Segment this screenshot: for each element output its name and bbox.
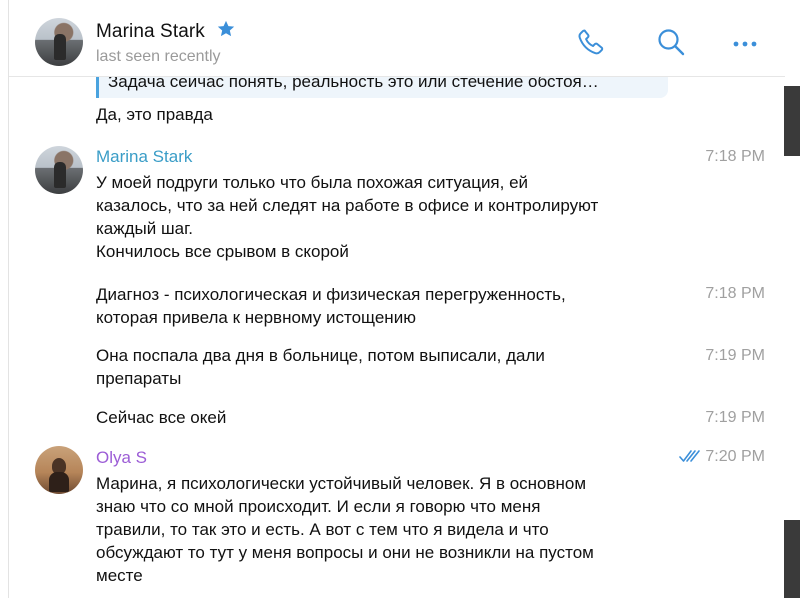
message-text: У моей подруги только что была похожая с…	[96, 171, 681, 263]
more-icon	[733, 41, 757, 47]
search-icon	[658, 29, 685, 56]
screen: Marina Stark last seen recently Задача с…	[0, 0, 800, 598]
call-button[interactable]	[573, 24, 609, 60]
message-time-text: 7:20 PM	[705, 448, 765, 465]
message-list[interactable]: Задача сейчас понять, реальность это или…	[9, 76, 785, 598]
reply-quote[interactable]: Задача сейчас понять, реальность это или…	[96, 76, 668, 98]
contact-avatar[interactable]	[35, 18, 83, 66]
message-time: 7:19 PM	[705, 347, 765, 364]
chat-window: Marina Stark last seen recently Задача с…	[8, 0, 786, 598]
message-line: которая привела к нервному истощению	[96, 308, 416, 327]
message-text: Марина, я психологически устойчивый чело…	[96, 472, 681, 587]
message-time: 7:18 PM	[705, 148, 765, 165]
background-window-sliver	[784, 86, 800, 156]
message-line: травили, то так это и есть. А вот с тем …	[96, 520, 549, 539]
message-line: Марина, я психологически устойчивый чело…	[96, 474, 587, 493]
message-line: Диагноз - психологическая и физическая п…	[96, 285, 566, 304]
sender-avatar-marina[interactable]	[35, 146, 83, 194]
message-line: Она поспала два дня в больнице, потом вы…	[96, 346, 545, 365]
background-window-edge	[784, 0, 800, 598]
sender-name[interactable]: Marina Stark	[96, 146, 192, 168]
more-button[interactable]	[727, 24, 763, 60]
contact-name-text: Marina Stark	[96, 21, 205, 42]
message-text: Сейчас все окей	[96, 406, 681, 429]
message-line: У моей подруги только что была похожая с…	[96, 173, 529, 192]
phone-icon	[578, 29, 604, 55]
message-time: 7:19 PM	[705, 409, 765, 426]
message-line: знаю что со мной происходит. И если я го…	[96, 497, 541, 516]
star-icon	[218, 20, 235, 37]
message-line: месте	[96, 566, 143, 585]
message-line: Сейчас все окей	[96, 408, 227, 427]
message-text: Она поспала два дня в больнице, потом вы…	[96, 344, 681, 390]
message-time: 7:18 PM	[705, 285, 765, 302]
sender-name[interactable]: Olya S	[96, 447, 147, 469]
message-text: Да, это правда	[96, 105, 213, 124]
contact-status: last seen recently	[96, 48, 221, 65]
message-line: обсуждают то тут у меня вопросы и они не…	[96, 543, 594, 562]
contact-name[interactable]: Marina Stark	[96, 19, 236, 43]
message-line: каждый шаг.	[96, 219, 193, 238]
search-button[interactable]	[653, 24, 689, 60]
message-text: Диагноз - психологическая и физическая п…	[96, 283, 681, 329]
message-line: казалось, что за ней следят на работе в …	[96, 196, 599, 215]
message-line: препараты	[96, 369, 182, 388]
message-time: 7:20 PM	[679, 448, 765, 466]
background-window-sliver	[784, 520, 800, 598]
double-check-icon	[679, 450, 701, 462]
message-line: Кончилось все срывом в скорой	[96, 242, 349, 261]
chat-header: Marina Stark last seen recently	[9, 0, 785, 77]
sender-avatar-olya[interactable]	[35, 446, 83, 494]
